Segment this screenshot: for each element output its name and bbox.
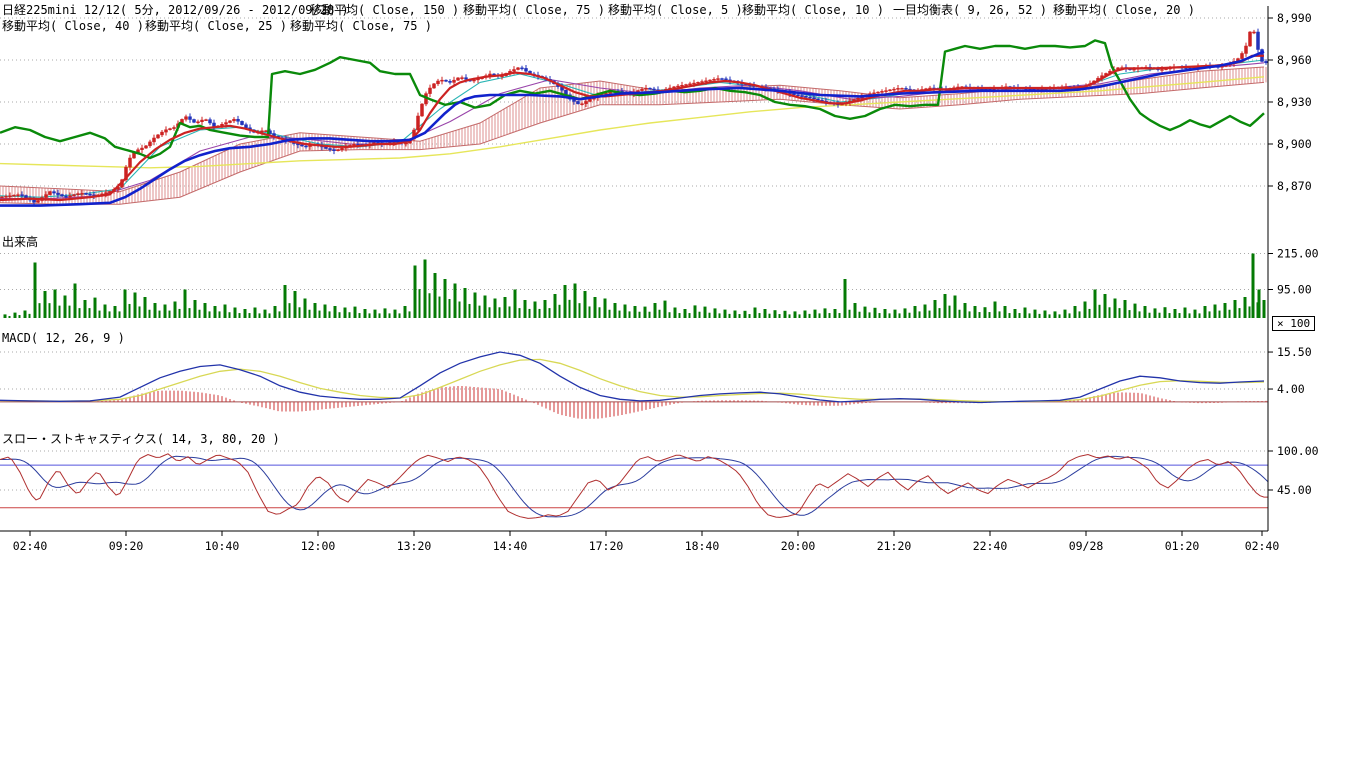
svg-text:12:00: 12:00 (301, 539, 336, 553)
svg-text:15.50: 15.50 (1277, 345, 1312, 359)
stochastics-panel-label: スロー・ストキャスティクス( 14, 3, 80, 20 ) (2, 430, 280, 447)
macd-panel-label: MACD( 12, 26, 9 ) (2, 331, 125, 345)
price-panel (0, 29, 1268, 206)
indicator-label-ma150: 移動平均( Close, 150 ) (310, 3, 459, 17)
svg-text:13:20: 13:20 (397, 539, 432, 553)
svg-text:8,870: 8,870 (1277, 179, 1312, 193)
svg-text:8,960: 8,960 (1277, 53, 1312, 67)
chart-title: 日経225mini 12/12( 5分, 2012/09/26 - 2012/0… (2, 3, 349, 17)
svg-text:18:40: 18:40 (685, 539, 720, 553)
indicator-label-ma40: 移動平均( Close, 40 ) (2, 19, 144, 33)
svg-text:8,900: 8,900 (1277, 137, 1312, 151)
svg-text:09/28: 09/28 (1069, 539, 1104, 553)
svg-text:8,990: 8,990 (1277, 11, 1312, 25)
ma-close-75-blue (0, 52, 1264, 206)
indicator-label-ma10: 移動平均( Close, 10 ) (742, 3, 884, 17)
svg-text:95.00: 95.00 (1277, 283, 1312, 297)
svg-text:100.00: 100.00 (1277, 444, 1319, 458)
macd-panel (0, 352, 1268, 419)
ma-close-20-cyan (0, 60, 1264, 197)
svg-text:10:40: 10:40 (205, 539, 240, 553)
svg-text:17:20: 17:20 (589, 539, 624, 553)
stoch-k-line (0, 454, 1268, 519)
svg-text:14:40: 14:40 (493, 539, 528, 553)
indicator-label-ichimoku: 一目均衡表( 9, 26, 52 ) (893, 3, 1047, 17)
indicator-label-ma75: 移動平均( Close, 75 ) (463, 3, 605, 17)
svg-text:45.00: 45.00 (1277, 483, 1312, 497)
svg-text:21:20: 21:20 (877, 539, 912, 553)
volume-panel (4, 254, 1266, 319)
svg-text:02:40: 02:40 (1245, 539, 1280, 553)
indicator-label-ma20: 移動平均( Close, 20 ) (1053, 3, 1195, 17)
indicator-label-ma5: 移動平均( Close, 5 ) (608, 3, 743, 17)
svg-text:215.00: 215.00 (1277, 247, 1319, 261)
svg-text:09:20: 09:20 (109, 539, 144, 553)
indicator-label-ma25: 移動平均( Close, 25 ) (145, 19, 287, 33)
volume-multiplier-box: × 100 (1272, 316, 1315, 331)
indicator-label-ma75-2: 移動平均( Close, 75 ) (290, 19, 432, 33)
svg-text:01:20: 01:20 (1165, 539, 1200, 553)
volume-panel-label: 出来高 (2, 233, 38, 250)
svg-text:22:40: 22:40 (973, 539, 1008, 553)
stochastics-panel (0, 454, 1268, 519)
multi-panel-price-chart[interactable]: 8,990 8,960 8,930 8,900 8,870 215.00 95.00 15.5… (0, 0, 1366, 768)
svg-text:20:00: 20:00 (781, 539, 816, 553)
candlestick-series (1, 29, 1268, 206)
svg-text:4.00: 4.00 (1277, 382, 1305, 396)
svg-text:8,930: 8,930 (1277, 95, 1312, 109)
svg-text:02:40: 02:40 (13, 539, 48, 553)
ichimoku-span-green (0, 40, 1264, 158)
